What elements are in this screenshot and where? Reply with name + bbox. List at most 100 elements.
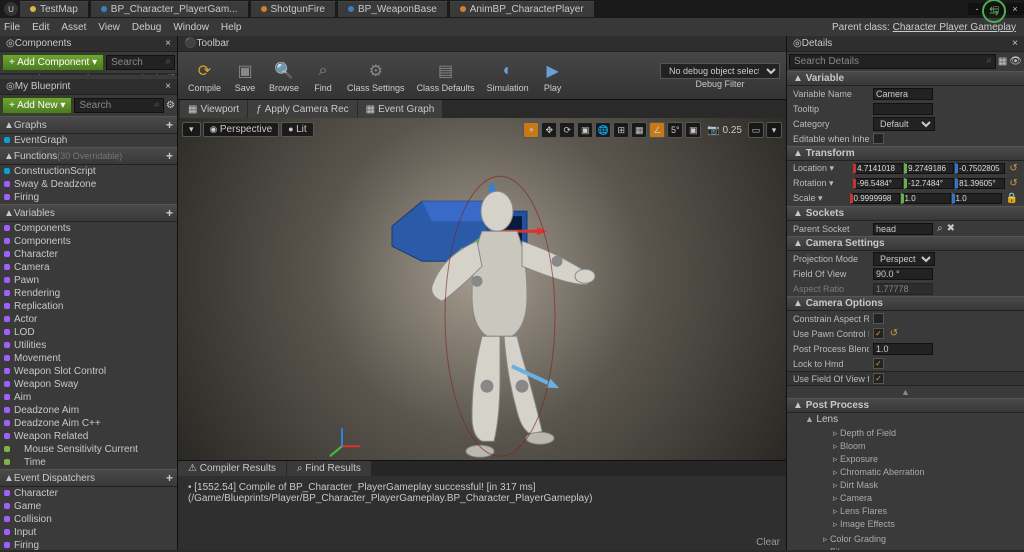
expand-icon[interactable]: ▲ [787,386,1024,398]
constrain-ar-checkbox[interactable] [873,313,884,324]
titlebar-tab[interactable]: AnimBP_CharacterPlayer [450,1,594,17]
variable-name-input[interactable] [873,88,933,100]
loc-x-input[interactable]: 4.7141018 [853,163,903,174]
projection-select[interactable]: Perspective [873,252,935,266]
scale-x-input[interactable]: 0.9999998 [850,193,900,204]
window-close-icon[interactable]: × [1006,3,1024,15]
parent-class-link[interactable]: Character Player Gameplay [893,22,1016,33]
clear-button[interactable]: Clear [178,535,786,550]
post-category[interactable]: ▹ Film [805,546,1020,550]
menu-help[interactable]: Help [221,22,242,33]
search-details-input[interactable]: Search Details [789,54,996,69]
tab-viewport[interactable]: ▦ Viewport [180,100,247,118]
viewport-menu-icon[interactable]: ▾ [182,122,201,137]
toolbar-simulation-button[interactable]: ◐Simulation [483,57,533,95]
add-new-button[interactable]: + Add New ▾ [2,97,72,114]
scale-y-input[interactable]: 1.0 [901,193,951,204]
graph-item[interactable]: EventGraph [0,134,177,147]
category-variables[interactable]: ▲Variables+ [0,204,177,222]
rot-x-input[interactable]: -96.5484° [853,178,903,189]
post-item[interactable]: ▹ Lens Flares [805,505,1020,518]
menu-asset[interactable]: Asset [61,22,86,33]
variable-category[interactable]: Weapon Slot Control [0,365,177,378]
menu-edit[interactable]: Edit [32,22,49,33]
post-category[interactable]: ▹ Color Grading [805,533,1020,546]
cat-camera-settings[interactable]: ▲ Camera Settings [787,236,1024,251]
cat-sockets[interactable]: ▲ Sockets [787,206,1024,221]
titlebar-tab[interactable]: BP_Character_PlayerGam... [91,1,248,17]
variable-category[interactable]: Components [0,222,177,235]
post-item[interactable]: ▹ Dirt Mask [805,479,1020,492]
pawn-rotation-checkbox[interactable] [873,328,884,339]
titlebar-tab[interactable]: ShotgunFire [251,1,335,17]
menu-view[interactable]: View [98,22,120,33]
cat-camera-options[interactable]: ▲ Camera Options [787,296,1024,311]
menu-debug[interactable]: Debug [132,22,161,33]
variable-category[interactable]: Actor [0,313,177,326]
viewport-max-icon[interactable]: ▭ [748,122,764,138]
variable-category[interactable]: Deadzone Aim C++ [0,417,177,430]
add-graph-icon[interactable]: + [166,118,173,132]
post-item[interactable]: ▹ Chromatic Aberration [805,466,1020,479]
fov-lod-checkbox[interactable] [873,373,884,384]
variable-category[interactable]: Aim [0,391,177,404]
reset-icon[interactable]: ↺ [1009,178,1018,190]
variable-category[interactable]: Weapon Related [0,430,177,443]
cat-post-process[interactable]: ▲ Post Process [787,398,1024,413]
add-function-icon[interactable]: + [166,149,173,163]
viewport-options-icon[interactable]: ▾ [766,122,782,138]
dispatcher-item[interactable]: Collision [0,513,177,526]
dispatcher-item[interactable]: Firing [0,539,177,552]
component-root[interactable]: BP_Character_PlayerGameplay(self) [0,73,177,75]
dispatcher-item[interactable]: Input [0,526,177,539]
cat-transform[interactable]: ▲ Transform [787,146,1024,161]
toolbar-class-defaults-button[interactable]: ▤Class Defaults [413,57,479,95]
close-icon[interactable]: × [165,81,171,92]
loc-y-input[interactable]: 9.2749186 [904,163,954,174]
variable-category[interactable]: Utilities [0,339,177,352]
reset-icon[interactable]: ↺ [888,328,900,340]
tab-event-graph[interactable]: ▦ Event Graph [358,100,443,118]
scale-z-input[interactable]: 1.0 [952,193,1002,204]
add-variable-icon[interactable]: + [166,206,173,220]
function-item[interactable]: Firing [0,191,177,204]
search-components-input[interactable]: Search [106,55,175,70]
search-socket-icon[interactable]: ⌕ [937,223,943,234]
cat-variable[interactable]: ▲ Variable [787,71,1024,86]
post-item[interactable]: ▹ Image Effects [805,518,1020,531]
category-functions[interactable]: ▲Functions (30 Overridable)+ [0,147,177,165]
angle-value[interactable]: 5° [667,122,683,138]
add-component-button[interactable]: + Add Component ▾ [2,54,104,71]
source-control-icon[interactable]: ⇆ [982,0,1006,23]
variable-category[interactable]: Camera [0,261,177,274]
variable-category[interactable]: LOD [0,326,177,339]
clear-socket-icon[interactable]: ✖ [947,223,955,234]
variable-category[interactable]: Rendering [0,287,177,300]
post-lens[interactable]: ▲ Lens [787,413,1024,426]
variable-category[interactable]: Deadzone Aim [0,404,177,417]
scale-snap-icon[interactable]: ▣ [685,122,701,138]
toolbar-play-button[interactable]: ▶Play [537,57,569,95]
viewport-3d[interactable]: ▾ ◉ Perspective ● Lit ⌖ ✥ ⟳ ▣ 🌐 ⊞ ▦ ∠ 5°… [178,118,786,460]
menu-file[interactable]: File [4,22,20,33]
rot-y-input[interactable]: -12.7484° [904,178,954,189]
variable-item[interactable]: Mouse Sensitivity Current [0,443,177,456]
search-myblueprint-input[interactable]: Search [74,98,164,113]
dispatcher-item[interactable]: Game [0,500,177,513]
fov-input[interactable] [873,268,933,280]
tab-apply-camera[interactable]: ƒ Apply Camera Rec [248,100,356,118]
toolbar-class-settings-button[interactable]: ⚙Class Settings [343,57,409,95]
post-item[interactable]: ▹ Camera [805,492,1020,505]
category-select[interactable]: Default [873,117,935,131]
camera-speed[interactable]: 📷 0.25 [703,124,746,137]
lock-scale-icon[interactable]: 🔒 [1006,193,1018,204]
function-item[interactable]: Sway & Deadzone [0,178,177,191]
variable-category[interactable]: Weapon Sway [0,378,177,391]
post-item[interactable]: ▹ Depth of Field [805,427,1020,440]
titlebar-tab[interactable]: BP_WeaponBase [338,1,447,17]
variable-category[interactable]: Movement [0,352,177,365]
angle-snap-icon[interactable]: ∠ [649,122,665,138]
parent-socket-input[interactable] [873,223,933,235]
eye-icon[interactable]: 👁 [1009,56,1022,67]
loc-z-input[interactable]: -0.7502805 [955,163,1005,174]
